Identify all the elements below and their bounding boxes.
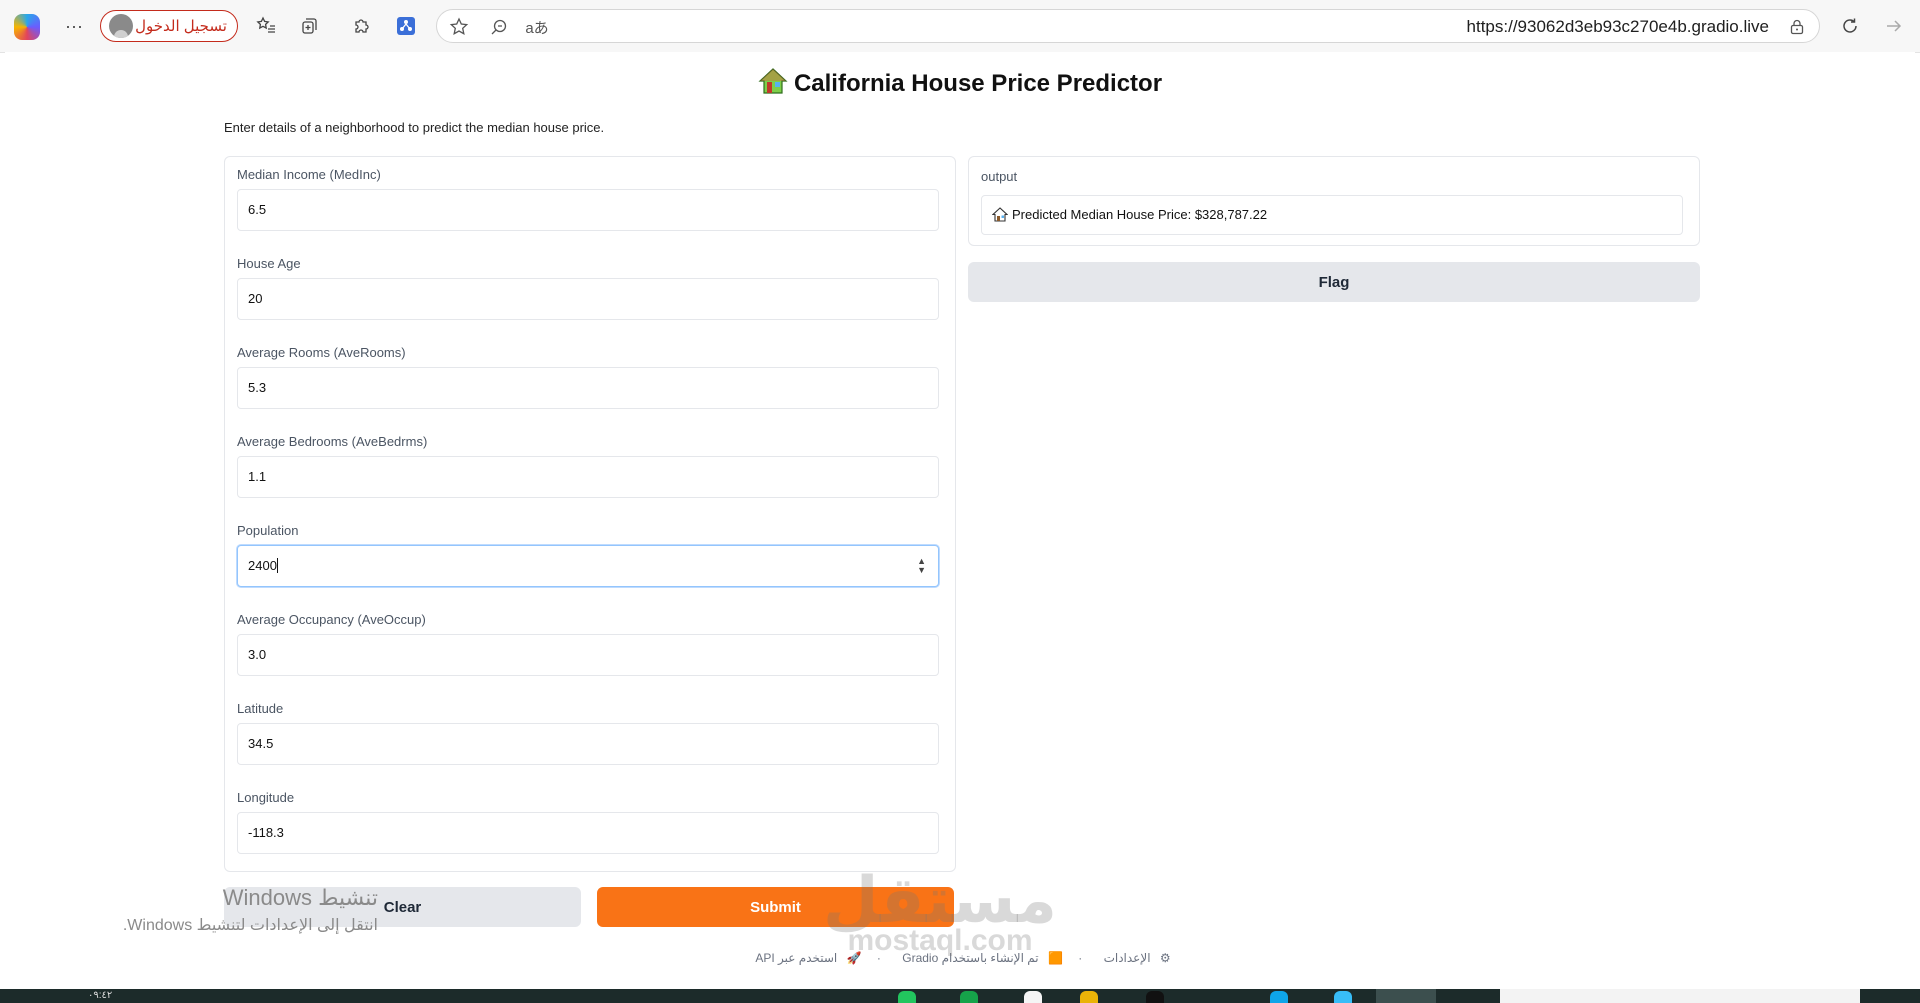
lock-icon[interactable] [1785,15,1809,39]
ave-bedrms-input[interactable]: 1.1 [237,456,939,498]
mostaql-watermark: مستقل mostaql.com [800,864,1080,958]
zoom-icon[interactable] [487,15,511,39]
text-caret [276,558,278,573]
taskbar: ٠٩:٤٢ [0,989,1920,1003]
signin-label: تسجيل الدخول [135,18,227,35]
number-spinner-icon[interactable]: ▲ ▼ [917,557,926,575]
page-description: Enter details of a neighborhood to predi… [224,120,605,135]
ave-bedrms-label: Average Bedrooms (AveBedrms) [237,434,428,449]
favorites-icon[interactable] [252,12,280,40]
activation-subtitle: انتقل إلى الإعدادات لتنشيط Windows. [122,917,378,934]
output-value: Predicted Median House Price: $328,787.2… [1012,207,1268,222]
gradio-page: California House Price Predictor Enter d… [5,52,1915,980]
medinc-label: Median Income (MedInc) [237,167,381,182]
taskbar-active-app[interactable] [1376,989,1436,1003]
taskbar-app-icon[interactable] [1334,991,1352,1003]
star-icon[interactable] [447,15,471,39]
house-age-label: House Age [237,256,301,271]
taskbar-app-icon[interactable] [1080,991,1098,1003]
taskbar-app-icon[interactable] [898,991,916,1003]
house-age-input[interactable]: 20 [237,278,939,320]
url-text[interactable]: https://93062d3eb93c270e4b.gradio.live [1467,17,1769,37]
extensions-icon[interactable] [348,12,376,40]
settings-link[interactable]: ⚙ الإعدادات [1098,951,1171,965]
windows-activation-notice: تنشيط Windows انتقل إلى الإعدادات لتنشيط… [96,885,378,935]
activation-title: تنشيط Windows [222,885,378,910]
title-text: California House Price Predictor [793,70,1163,97]
ave-rooms-input[interactable]: 5.3 [237,367,939,409]
input-panel: Median Income (MedInc) 6.5 House Age 20 … [224,156,956,872]
page-title: California House Price Predictor [5,67,1915,98]
population-value: 2400 [248,558,277,573]
ave-rooms-label: Average Rooms (AveRooms) [237,345,406,360]
longitude-label: Longitude [237,790,295,805]
taskbar-app-icon[interactable] [1146,991,1164,1003]
flag-button[interactable]: Flag [968,262,1700,302]
collections-icon[interactable] [296,12,324,40]
profile-icon [109,14,133,38]
output-panel: output Predicted Median House Price: $32… [968,156,1700,246]
app-icon[interactable] [392,12,420,40]
taskbar-app-icon[interactable] [1024,991,1042,1003]
refresh-icon[interactable] [1836,12,1864,40]
latitude-label: Latitude [237,701,284,716]
population-label: Population [237,523,299,538]
read-aloud-icon[interactable]: aあ [525,15,549,39]
output-textbox[interactable]: Predicted Median House Price: $328,787.2… [981,195,1683,235]
address-bar[interactable]: aあ https://93062d3eb93c270e4b.gradio.liv… [436,9,1820,43]
medinc-input[interactable]: 6.5 [237,189,939,231]
settings-link-text: الإعدادات [1103,951,1151,965]
taskbar-app-icon[interactable] [960,991,978,1003]
latitude-input[interactable]: 34.5 [237,723,939,765]
forward-icon[interactable] [1880,12,1908,40]
taskbar-preview [1500,989,1860,1003]
population-input[interactable]: 2400 ▲ ▼ [237,545,939,587]
copilot-icon[interactable] [14,14,40,40]
watermark-arabic: مستقل [822,864,1058,936]
output-label: output [981,169,1018,184]
more-icon[interactable]: ··· [60,12,88,40]
browser-toolbar: ··· تسجيل الدخول aあ https://93062d3eb93c… [0,0,1920,53]
taskbar-app-icon[interactable] [1270,991,1288,1003]
house-small-icon [992,207,1008,222]
signin-button[interactable]: تسجيل الدخول [100,10,238,42]
longitude-input[interactable]: -118.3 [237,812,939,854]
ave-occup-label: Average Occupancy (AveOccup) [237,612,426,627]
taskbar-clock: ٠٩:٤٢ [88,990,113,1001]
ave-occup-input[interactable]: 3.0 [237,634,939,676]
house-emoji-icon [758,68,788,94]
